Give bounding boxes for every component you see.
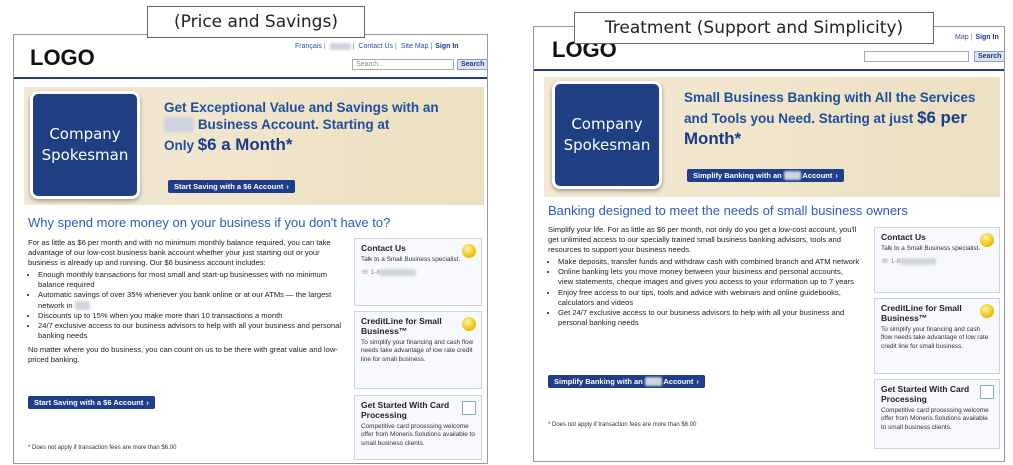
list-item: Discounts up to 15% when you make more t…	[38, 311, 348, 321]
link-francais[interactable]: Français	[295, 43, 322, 50]
list-item: Make deposits, transfer funds and withdr…	[558, 257, 860, 267]
phone-icon: ☏	[881, 258, 889, 266]
intro-paragraph: Simplify your life. For as little as $6 …	[548, 225, 857, 255]
section-subhead: Banking designed to meet the needs of sm…	[548, 203, 908, 218]
link-site-map[interactable]: Site Map	[401, 43, 429, 50]
logo: LOGO	[30, 45, 95, 70]
sidebar-text: To simplify your financing and cash flow…	[361, 339, 474, 363]
link-site-map[interactable]: Map	[955, 34, 969, 41]
hero-simplify-banking-button[interactable]: Simplify Banking with an xxxx Account›	[687, 169, 844, 182]
search-input[interactable]	[864, 51, 969, 62]
sidebar-text: Talk to a Small Business specialist.	[881, 245, 981, 252]
list-item: Enjoy free access to our tips, tools and…	[558, 288, 860, 308]
phone-number: ☏ 1-8xxx-xxx-xxxx	[361, 268, 475, 277]
body-copy: Simplify your life. For as little as $6 …	[548, 225, 860, 332]
top-links: Français| xxxxxx| Contact Us| Site Map| …	[295, 43, 459, 50]
sidebar-title: Get Started With Card Processing	[881, 384, 970, 404]
hero-headline: Small Business Banking with All the Serv…	[684, 90, 976, 148]
lightbulb-icon	[980, 233, 994, 247]
sidebar-title: Contact Us	[881, 232, 926, 242]
body-copy: For as little as $6 per month and with n…	[28, 238, 348, 365]
spokesman-image: Company Spokesman	[30, 91, 140, 199]
sidebar-text: To simplify your financing and cash flow…	[881, 326, 989, 350]
right-page-panel: LOGO Map | Sign In Search Company Spokesm…	[533, 26, 1005, 462]
benefits-list: Make deposits, transfer funds and withdr…	[558, 257, 860, 328]
lightbulb-icon	[462, 317, 476, 331]
search-input[interactable]: Search...	[352, 59, 454, 70]
top-links: Map | Sign In	[955, 34, 999, 41]
sidebar-creditline[interactable]: CreditLine for Small Business™ To simpli…	[354, 311, 482, 389]
nav-rule	[534, 69, 1004, 71]
list-item: Automatic savings of over 35% whenever y…	[38, 290, 348, 310]
link-sign-in[interactable]: Sign In	[975, 34, 998, 41]
sidebar-card-processing[interactable]: Get Started With Card Processing Competi…	[354, 395, 482, 460]
lightbulb-icon	[462, 244, 476, 258]
link-sign-in[interactable]: Sign In	[435, 43, 458, 50]
hero-start-saving-button[interactable]: Start Saving with a $6 Account ›	[168, 180, 295, 193]
benefits-list: Enough monthly transactions for most sma…	[38, 270, 348, 341]
sidebar-contact-us[interactable]: Contact Us Talk to a Small Business spec…	[354, 238, 482, 306]
closing-paragraph: No matter where you do business, you can…	[28, 344, 338, 365]
list-item: 24/7 exclusive access to our business ad…	[38, 321, 348, 341]
sidebar-title: Get Started With Card Processing	[361, 400, 450, 420]
link-blurred[interactable]: xxxxxx	[329, 43, 351, 50]
sidebar-contact-us[interactable]: Contact Us Talk to a Small Business spec…	[874, 227, 1000, 293]
list-item: Enough monthly transactions for most sma…	[38, 270, 348, 290]
footnote: * Does not apply if transaction fees are…	[28, 445, 177, 451]
body-start-saving-button[interactable]: Start Saving with a $6 Account ›	[28, 396, 155, 409]
lightbulb-icon	[980, 304, 994, 318]
spokesman-image: Company Spokesman	[552, 81, 662, 189]
sidebar-text: Competitive card processing welcome offe…	[361, 423, 475, 447]
section-subhead: Why spend more money on your business if…	[28, 215, 391, 230]
list-item: Online banking lets you move money betwe…	[558, 267, 860, 287]
sidebar-text: Talk to a Small Business specialist.	[361, 256, 461, 263]
sidebar-title: Contact Us	[361, 243, 406, 253]
footnote: * Does not apply if transaction fees are…	[548, 422, 697, 428]
left-page-panel: LOGO Français| xxxxxx| Contact Us| Site …	[13, 34, 488, 464]
sidebar-card-processing[interactable]: Get Started With Card Processing Competi…	[874, 379, 1000, 449]
sidebar-title: CreditLine for Small Business™	[881, 303, 962, 323]
sidebar-text: Competitive card processing welcome offe…	[881, 407, 989, 431]
checkmark-icon	[462, 401, 476, 415]
link-contact-us[interactable]: Contact Us	[358, 43, 393, 50]
checkmark-icon	[980, 385, 994, 399]
search-button[interactable]: Search	[974, 51, 1004, 62]
list-item: Get 24/7 exclusive access to our busines…	[558, 308, 860, 328]
caption-price-and-savings: (Price and Savings)	[147, 6, 365, 38]
hero-headline: Get Exceptional Value and Savings with a…	[164, 100, 439, 154]
search-button[interactable]: Search	[457, 59, 487, 70]
body-simplify-banking-button[interactable]: Simplify Banking with an xxxx Account›	[548, 375, 705, 388]
phone-icon: ☏	[361, 269, 369, 277]
phone-number: ☏ 1-8xxx-xxx-xxxx	[881, 257, 993, 266]
intro-paragraph: For as little as $6 per month and with n…	[28, 238, 331, 268]
sidebar-creditline[interactable]: CreditLine for Small Business™ To simpli…	[874, 298, 1000, 374]
sidebar-title: CreditLine for Small Business™	[361, 316, 442, 336]
caption-treatment: Treatment (Support and Simplicity)	[574, 12, 934, 44]
nav-rule	[14, 77, 487, 79]
